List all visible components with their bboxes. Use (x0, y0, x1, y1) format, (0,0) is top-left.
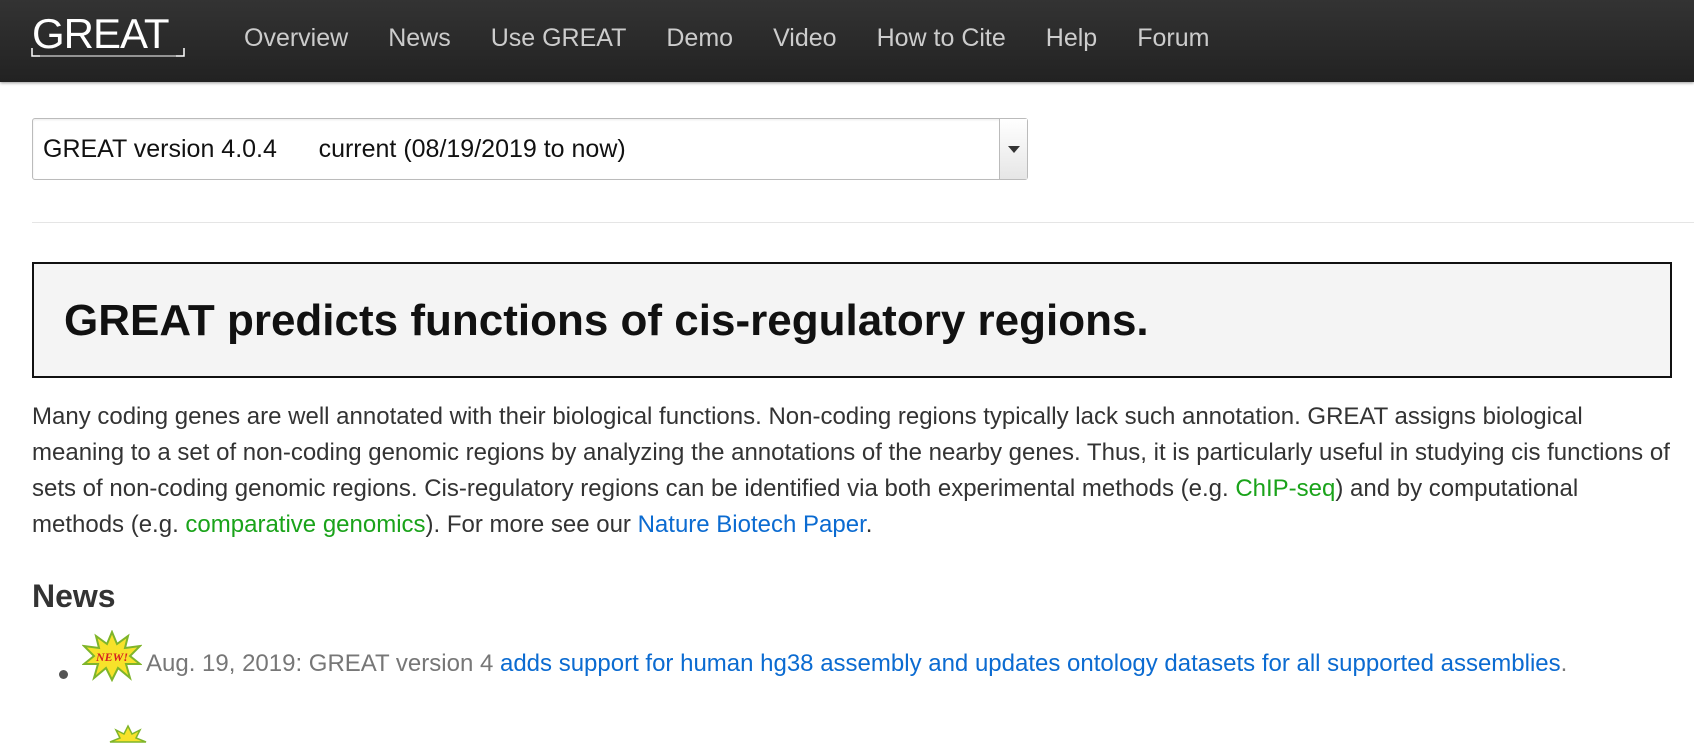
version-select[interactable]: GREAT version 4.0.4 current (08/19/2019 … (32, 118, 1028, 180)
nav-overview[interactable]: Overview (244, 24, 348, 53)
top-navbar: GREAT Overview News Use GREAT Demo Video… (0, 0, 1694, 82)
intro-paragraph: Many coding genes are well annotated wit… (32, 399, 1672, 543)
nav-how-to-cite[interactable]: How to Cite (877, 24, 1006, 53)
nature-biotech-paper-link[interactable]: Nature Biotech Paper (638, 511, 866, 538)
new-badge-icon: NEW! (82, 630, 142, 682)
news-suffix: . (1560, 650, 1568, 677)
chevron-down-icon (1008, 146, 1020, 153)
nav-news[interactable]: News (388, 24, 451, 53)
svg-text:GREAT: GREAT (32, 10, 169, 57)
intro-text-4: . (865, 511, 873, 538)
nav-video[interactable]: Video (773, 24, 837, 53)
nav-help[interactable]: Help (1046, 24, 1097, 53)
version-select-value: GREAT version 4.0.4 current (08/19/2019 … (43, 135, 626, 163)
chipseq-link[interactable]: ChIP-seq (1235, 475, 1335, 502)
new-badge-icon-next (109, 724, 147, 743)
dropdown-toggle[interactable] (999, 119, 1027, 179)
svg-text:NEW!: NEW! (95, 650, 128, 664)
news-link[interactable]: adds support for human hg38 assembly and… (500, 650, 1561, 677)
nav-use-great[interactable]: Use GREAT (491, 24, 627, 53)
great-logo[interactable]: GREAT (30, 8, 186, 60)
hero-title: GREAT predicts functions of cis-regulato… (64, 296, 1149, 345)
main-nav: Overview News Use GREAT Demo Video How t… (244, 0, 1249, 76)
news-item: NEW! Aug. 19, 2019: GREAT version 4 adds… (32, 630, 1672, 682)
intro-text-3: ). For more see our (425, 511, 638, 538)
nav-demo[interactable]: Demo (666, 24, 733, 53)
news-date-text: Aug. 19, 2019: GREAT version 4 (146, 650, 500, 677)
nav-forum[interactable]: Forum (1137, 24, 1209, 53)
hero-unit: GREAT predicts functions of cis-regulato… (32, 262, 1672, 378)
news-list: NEW! Aug. 19, 2019: GREAT version 4 adds… (32, 630, 1672, 682)
divider (32, 222, 1694, 223)
bullet-icon (59, 670, 68, 679)
comparative-genomics-link[interactable]: comparative genomics (185, 511, 425, 538)
news-heading: News (32, 578, 116, 614)
